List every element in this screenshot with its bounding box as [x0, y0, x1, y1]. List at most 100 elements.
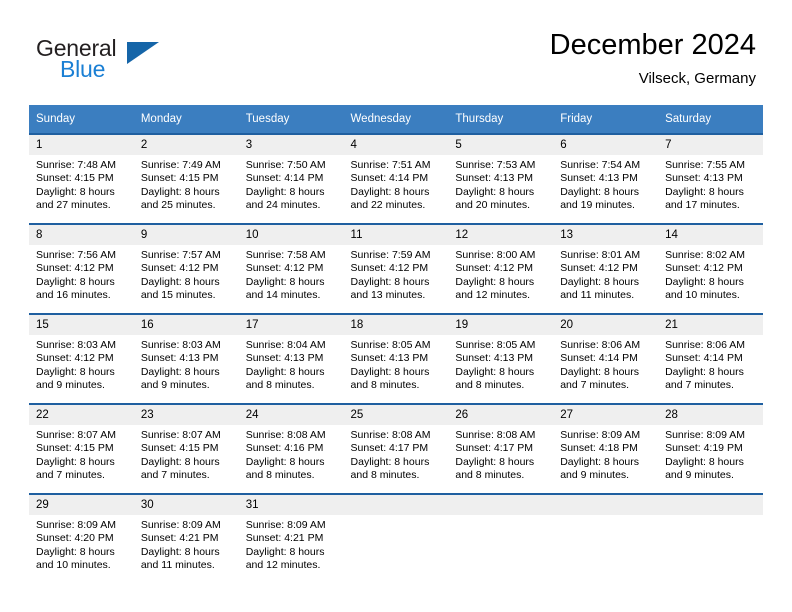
- daylight-text-line2: and 10 minutes.: [36, 559, 111, 572]
- daylight-text-line2: and 8 minutes.: [455, 379, 525, 392]
- calendar-day-cell[interactable]: 10 Sunrise: 7:58 AM Sunset: 4:12 PM Dayligh…: [238, 223, 344, 313]
- weekday-header-sunday: Sunday: [29, 105, 134, 133]
- sunset-text: Sunset: 4:17 PM: [455, 442, 534, 455]
- day-number: 31: [238, 495, 344, 515]
- calendar-day-cell[interactable]: 14 Sunrise: 8:02 AM Sunset: 4:12 PM Dayligh…: [658, 223, 763, 313]
- day-number: [658, 495, 763, 515]
- sunrise-text: Sunrise: 8:08 AM: [245, 429, 326, 441]
- day-number: [448, 495, 554, 515]
- calendar-day-cell[interactable]: 23 Sunrise: 8:07 AM Sunset: 4:15 PM Dayligh…: [133, 403, 239, 493]
- calendar-day-cell[interactable]: 11 Sunrise: 7:59 AM Sunset: 4:12 PM Dayligh…: [343, 223, 449, 313]
- calendar-day-cell[interactable]: 19 Sunrise: 8:05 AM Sunset: 4:13 PM Dayligh…: [448, 313, 554, 403]
- calendar-day-cell[interactable]: 26 Sunrise: 8:08 AM Sunset: 4:17 PM Dayligh…: [448, 403, 554, 493]
- calendar-day-cell[interactable]: 8 Sunrise: 7:56 AM Sunset: 4:12 PM Daylight…: [29, 223, 134, 313]
- sunrise-text: Sunrise: 8:09 AM: [140, 519, 221, 531]
- calendar-day-cell[interactable]: [553, 493, 659, 583]
- calendar-day-cell[interactable]: 13 Sunrise: 8:01 AM Sunset: 4:12 PM Dayligh…: [553, 223, 659, 313]
- daylight-text-line2: and 13 minutes.: [350, 289, 426, 302]
- day-cell[interactable]: 26 Sunrise: 8:08 AM Sunset: 4:17 PM Dayligh…: [448, 403, 554, 493]
- sunset-text: Sunset: 4:13 PM: [140, 352, 219, 365]
- day-details: Sunrise: 8:08 AM Sunset: 4:16 PM Daylight:…: [239, 425, 344, 483]
- sunset-text: Sunset: 4:20 PM: [36, 532, 114, 545]
- calendar-day-cell[interactable]: 4 Sunrise: 7:51 AM Sunset: 4:14 PM Daylight…: [343, 133, 449, 223]
- calendar-day-cell[interactable]: 17 Sunrise: 8:04 AM Sunset: 4:13 PM Dayligh…: [238, 313, 344, 403]
- day-details: Sunrise: 7:57 AM Sunset: 4:12 PM Daylight:…: [134, 245, 239, 303]
- calendar-day-cell[interactable]: 16 Sunrise: 8:03 AM Sunset: 4:13 PM Dayligh…: [133, 313, 239, 403]
- day-cell[interactable]: 30 Sunrise: 8:09 AM Sunset: 4:21 PM Dayligh…: [133, 493, 239, 583]
- calendar-day-cell[interactable]: [343, 493, 449, 583]
- daylight-text-line2: and 11 minutes.: [560, 289, 635, 302]
- daylight-text-line1: Daylight: 8 hours: [36, 185, 115, 198]
- calendar-day-cell[interactable]: 20 Sunrise: 8:06 AM Sunset: 4:14 PM Dayligh…: [553, 313, 659, 403]
- day-cell[interactable]: 28 Sunrise: 8:09 AM Sunset: 4:19 PM Dayligh…: [658, 403, 763, 493]
- sunset-text: Sunset: 4:12 PM: [560, 262, 638, 275]
- day-details: Sunrise: 8:06 AM Sunset: 4:14 PM Daylight:…: [553, 335, 658, 393]
- sunrise-text: Sunrise: 8:01 AM: [560, 249, 641, 261]
- day-number: 21: [658, 315, 763, 335]
- general-blue-logo[interactable]: General Blue: [36, 35, 206, 85]
- day-cell[interactable]: 8 Sunrise: 7:56 AM Sunset: 4:12 PM Daylight…: [29, 223, 134, 313]
- calendar-day-cell[interactable]: 18 Sunrise: 8:05 AM Sunset: 4:13 PM Dayligh…: [343, 313, 449, 403]
- day-cell[interactable]: 14 Sunrise: 8:02 AM Sunset: 4:12 PM Dayligh…: [658, 223, 763, 313]
- day-cell[interactable]: 5 Sunrise: 7:53 AM Sunset: 4:13 PM Daylight…: [448, 133, 554, 223]
- day-cell[interactable]: 6 Sunrise: 7:54 AM Sunset: 4:13 PM Daylight…: [553, 133, 659, 223]
- calendar-day-cell[interactable]: 1 Sunrise: 7:48 AM Sunset: 4:15 PM Daylight…: [29, 133, 134, 223]
- day-cell[interactable]: 18 Sunrise: 8:05 AM Sunset: 4:13 PM Dayligh…: [343, 313, 449, 403]
- daylight-text-line2: and 25 minutes.: [140, 199, 216, 212]
- day-details: Sunrise: 8:09 AM Sunset: 4:19 PM Daylight:…: [658, 425, 763, 483]
- day-cell[interactable]: 12 Sunrise: 8:00 AM Sunset: 4:12 PM Dayligh…: [448, 223, 554, 313]
- calendar-day-cell[interactable]: 28 Sunrise: 8:09 AM Sunset: 4:19 PM Dayligh…: [658, 403, 763, 493]
- sunset-text: Sunset: 4:12 PM: [36, 352, 114, 365]
- day-cell[interactable]: 1 Sunrise: 7:48 AM Sunset: 4:15 PM Daylight…: [29, 133, 134, 223]
- day-cell[interactable]: 25 Sunrise: 8:08 AM Sunset: 4:17 PM Dayligh…: [343, 403, 449, 493]
- day-cell[interactable]: 13 Sunrise: 8:01 AM Sunset: 4:12 PM Dayligh…: [553, 223, 659, 313]
- day-cell[interactable]: 16 Sunrise: 8:03 AM Sunset: 4:13 PM Dayligh…: [133, 313, 239, 403]
- calendar-day-cell[interactable]: 21 Sunrise: 8:06 AM Sunset: 4:14 PM Dayligh…: [658, 313, 763, 403]
- day-cell[interactable]: 2 Sunrise: 7:49 AM Sunset: 4:15 PM Daylight…: [133, 133, 239, 223]
- day-cell[interactable]: 17 Sunrise: 8:04 AM Sunset: 4:13 PM Dayligh…: [238, 313, 344, 403]
- calendar-day-cell[interactable]: 9 Sunrise: 7:57 AM Sunset: 4:12 PM Daylight…: [133, 223, 239, 313]
- calendar-week-row: 8 Sunrise: 7:56 AM Sunset: 4:12 PM Daylight…: [29, 223, 763, 313]
- daylight-text-line2: and 9 minutes.: [36, 379, 105, 392]
- calendar-day-cell[interactable]: [448, 493, 554, 583]
- calendar-day-cell[interactable]: [658, 493, 763, 583]
- day-cell[interactable]: 11 Sunrise: 7:59 AM Sunset: 4:12 PM Dayligh…: [343, 223, 449, 313]
- day-cell[interactable]: 4 Sunrise: 7:51 AM Sunset: 4:14 PM Daylight…: [343, 133, 449, 223]
- day-cell[interactable]: 21 Sunrise: 8:06 AM Sunset: 4:14 PM Dayligh…: [658, 313, 763, 403]
- day-cell[interactable]: 7 Sunrise: 7:55 AM Sunset: 4:13 PM Daylight…: [658, 133, 763, 223]
- day-cell[interactable]: 10 Sunrise: 7:58 AM Sunset: 4:12 PM Dayligh…: [238, 223, 344, 313]
- calendar-day-cell[interactable]: 27 Sunrise: 8:09 AM Sunset: 4:18 PM Dayligh…: [553, 403, 659, 493]
- calendar-day-cell[interactable]: 30 Sunrise: 8:09 AM Sunset: 4:21 PM Dayligh…: [133, 493, 239, 583]
- calendar-day-cell[interactable]: 25 Sunrise: 8:08 AM Sunset: 4:17 PM Dayligh…: [343, 403, 449, 493]
- calendar-day-cell[interactable]: 7 Sunrise: 7:55 AM Sunset: 4:13 PM Daylight…: [658, 133, 763, 223]
- day-number: 24: [238, 405, 344, 425]
- calendar-day-cell[interactable]: 24 Sunrise: 8:08 AM Sunset: 4:16 PM Dayligh…: [238, 403, 344, 493]
- day-cell[interactable]: 27 Sunrise: 8:09 AM Sunset: 4:18 PM Dayligh…: [553, 403, 659, 493]
- calendar-day-cell[interactable]: 31 Sunrise: 8:09 AM Sunset: 4:21 PM Dayligh…: [238, 493, 344, 583]
- day-cell[interactable]: 20 Sunrise: 8:06 AM Sunset: 4:14 PM Dayligh…: [553, 313, 659, 403]
- sunrise-text: Sunrise: 8:06 AM: [560, 339, 641, 351]
- day-cell[interactable]: 29 Sunrise: 8:09 AM Sunset: 4:20 PM Dayligh…: [29, 493, 134, 583]
- day-cell[interactable]: 31 Sunrise: 8:09 AM Sunset: 4:21 PM Dayligh…: [238, 493, 344, 583]
- day-cell[interactable]: 19 Sunrise: 8:05 AM Sunset: 4:13 PM Dayligh…: [448, 313, 554, 403]
- calendar-day-cell[interactable]: 5 Sunrise: 7:53 AM Sunset: 4:13 PM Daylight…: [448, 133, 554, 223]
- day-cell[interactable]: 23 Sunrise: 8:07 AM Sunset: 4:15 PM Dayligh…: [133, 403, 239, 493]
- calendar-day-cell[interactable]: 2 Sunrise: 7:49 AM Sunset: 4:15 PM Daylight…: [133, 133, 239, 223]
- day-cell[interactable]: 3 Sunrise: 7:50 AM Sunset: 4:14 PM Daylight…: [238, 133, 344, 223]
- day-cell[interactable]: 9 Sunrise: 7:57 AM Sunset: 4:12 PM Daylight…: [133, 223, 239, 313]
- daylight-text-line1: Daylight: 8 hours: [36, 275, 115, 288]
- day-cell[interactable]: 15 Sunrise: 8:03 AM Sunset: 4:12 PM Dayligh…: [29, 313, 134, 403]
- calendar-day-cell[interactable]: 15 Sunrise: 8:03 AM Sunset: 4:12 PM Dayligh…: [29, 313, 134, 403]
- logo-triangle-icon: [127, 42, 159, 64]
- sunrise-text: Sunrise: 7:57 AM: [140, 249, 221, 261]
- calendar-day-cell[interactable]: 22 Sunrise: 8:07 AM Sunset: 4:15 PM Dayligh…: [29, 403, 134, 493]
- calendar-day-cell[interactable]: 6 Sunrise: 7:54 AM Sunset: 4:13 PM Daylight…: [553, 133, 659, 223]
- calendar-day-cell[interactable]: 12 Sunrise: 8:00 AM Sunset: 4:12 PM Dayligh…: [448, 223, 554, 313]
- sunset-text: Sunset: 4:12 PM: [245, 262, 324, 275]
- day-cell[interactable]: 22 Sunrise: 8:07 AM Sunset: 4:15 PM Dayligh…: [29, 403, 134, 493]
- calendar-day-cell[interactable]: 29 Sunrise: 8:09 AM Sunset: 4:20 PM Dayligh…: [29, 493, 134, 583]
- day-cell[interactable]: 24 Sunrise: 8:08 AM Sunset: 4:16 PM Dayligh…: [238, 403, 344, 493]
- sunset-text: Sunset: 4:14 PM: [665, 352, 743, 365]
- day-details: Sunrise: 7:56 AM Sunset: 4:12 PM Daylight:…: [29, 245, 134, 303]
- calendar-day-cell[interactable]: 3 Sunrise: 7:50 AM Sunset: 4:14 PM Daylight…: [238, 133, 344, 223]
